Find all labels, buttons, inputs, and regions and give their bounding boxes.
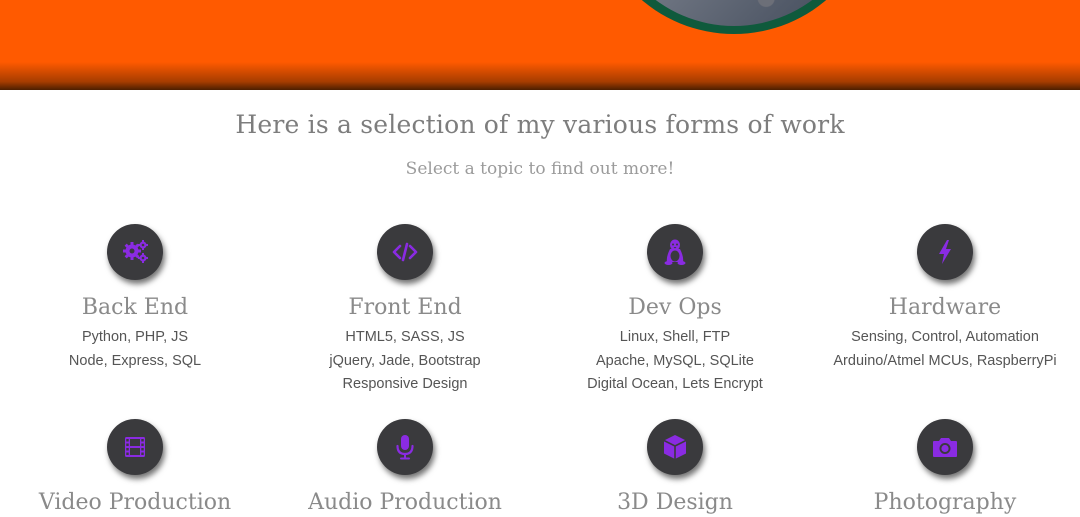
topic-line: Apache, MySQL, SQLite (596, 352, 754, 369)
lightning-icon (939, 240, 951, 264)
topic-line: Node, Express, SQL (68, 352, 202, 369)
topic-icon-button[interactable] (107, 419, 163, 475)
topic-title: Hardware (888, 295, 1002, 320)
linux-icon (664, 239, 686, 265)
hero-shadow (0, 62, 1080, 90)
profile-avatar (592, 0, 876, 34)
topic-title: Photography (873, 490, 1017, 515)
topic-icon-button[interactable] (647, 419, 703, 475)
code-icon (392, 242, 418, 262)
topic-description: HTML5, SASS, JS jQuery, Jade, Bootstrap … (270, 326, 540, 397)
topic-icon-button[interactable] (917, 419, 973, 475)
topic-line: Sensing, Control, Automation (851, 329, 1039, 345)
topic-line: jQuery, Jade, Bootstrap (329, 352, 481, 369)
topic-icon-button[interactable] (917, 224, 973, 280)
topic-title: Video Production (38, 490, 232, 515)
topic-icon-button[interactable] (377, 224, 433, 280)
topic-title: Back End (81, 295, 189, 320)
hero-banner (0, 0, 1080, 90)
topic-icon-button[interactable] (107, 224, 163, 280)
topic-line: Arduino/Atmel MCUs, RaspberryPi (833, 352, 1057, 369)
topic-description: Sensing, Control, Automation Arduino/Atm… (810, 326, 1080, 373)
topic-title: Audio Production (308, 490, 502, 515)
microphone-icon (396, 435, 414, 460)
profile-photo (600, 0, 868, 26)
topic-icon-button[interactable] (647, 224, 703, 280)
section-heading: Here is a selection of my various forms … (235, 110, 845, 139)
topic-line: Python, PHP, JS (81, 329, 189, 345)
topic-title: Front End (348, 295, 462, 320)
topic-line: Responsive Design (342, 376, 468, 392)
topic-title: Dev Ops (628, 295, 722, 320)
section-subheading: Select a topic to find out more! (405, 159, 675, 179)
topic-description: Linux, Shell, FTP Apache, MySQL, SQLite … (540, 326, 810, 397)
gears-icon (123, 240, 148, 263)
topic-description: Python, PHP, JS Node, Express, SQL (0, 326, 270, 373)
film-icon (125, 437, 145, 457)
cube-icon (663, 435, 687, 459)
topic-line: HTML5, SASS, JS (345, 329, 465, 345)
camera-icon (933, 438, 957, 457)
topic-icon-button[interactable] (377, 419, 433, 475)
topic-line: Digital Ocean, Lets Encrypt (587, 376, 763, 392)
topic-line: Linux, Shell, FTP (619, 329, 731, 345)
topic-title: 3D Design (617, 490, 733, 515)
